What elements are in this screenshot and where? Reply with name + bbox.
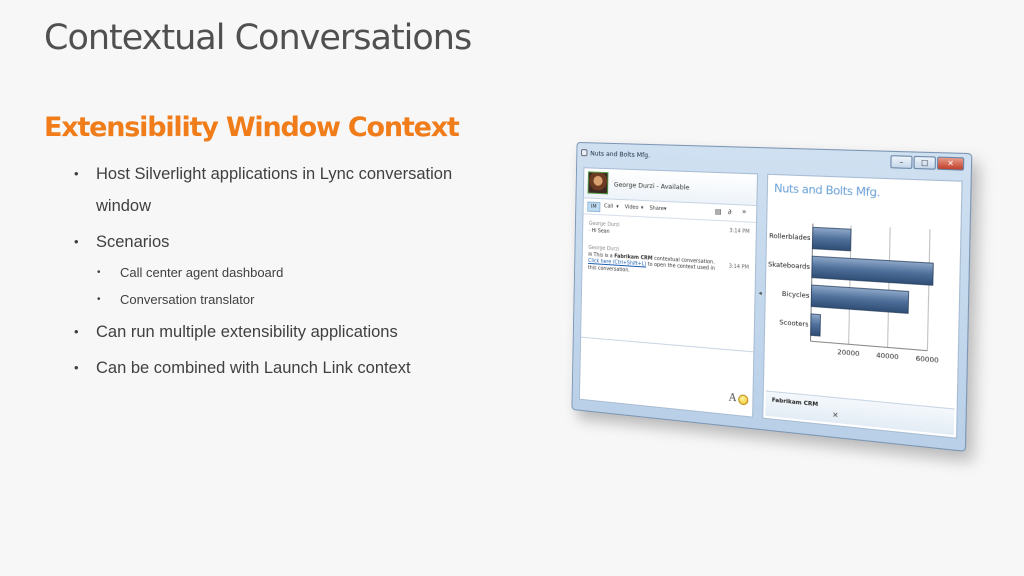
slide-title: Contextual Conversations [44,18,472,58]
bar-bicycles [811,285,908,313]
screenshot-image: Nuts and Bolts Mfg. – □ ✕ George Durzi -… [566,136,973,452]
video-dropdown-icon[interactable]: ▾ [641,205,644,211]
bullet-list: Host Silverlight applications in Lync co… [72,158,472,388]
message-text: Hi Sean [591,227,610,235]
maximize-button[interactable]: □ [913,155,937,170]
bullet-host-silverlight: Host Silverlight applications in Lync co… [72,158,472,222]
close-button[interactable]: ✕ [936,156,965,171]
font-button[interactable]: A [729,392,737,404]
bullet-call-center: Call center agent dashboard [72,262,472,284]
call-button[interactable]: Call [604,203,613,209]
conversation-pane: George Durzi - Available IM Call ▾ Video… [578,167,759,418]
message-time: 3:14 PM [728,263,750,271]
category-label: Rollerblades [769,231,811,242]
app-title: Nuts and Bolts Mfg. [773,181,881,200]
contact-status: George Durzi - Available [613,180,690,192]
bullet-translator: Conversation translator [72,289,472,311]
message-icon: ✉ [588,251,593,258]
extension-tab[interactable]: Fabrikam CRM ✕ [765,390,955,436]
video-button[interactable]: Video [625,204,639,211]
sales-bar-chart: Rollerblades Skateboards Bicycles Scooters 2… [768,211,939,365]
message-input[interactable]: A [579,336,754,417]
contacts-icon[interactable]: ▤ [715,207,722,216]
bar-scooters [811,314,821,336]
bullet-launch-link: Can be combined with Launch Link context [72,352,472,384]
avatar [587,171,609,195]
category-label: Bicycles [782,289,810,300]
message-2: George Durzi 3:14 PM ✉ This is a Fabrika… [588,245,749,282]
bullet-multiple-apps: Can run multiple extensibility applicati… [72,316,472,348]
tab-label: Fabrikam CRM [771,397,819,409]
bar-rollerblades [812,227,851,251]
collapse-arrow-icon[interactable]: ◂ [759,290,762,298]
message-1: George Durzi 3:14 PM · Hi Sean [588,220,750,236]
x-tick-label: 20000 [837,348,859,359]
x-axis-line [810,341,927,350]
share-dropdown-icon[interactable]: ▾ [664,206,667,212]
grid-line [927,229,930,350]
bullet-scenarios: Scenarios [72,226,472,258]
emoticon-icon[interactable] [738,394,749,406]
extensibility-pane: Nuts and Bolts Mfg. Rollerblades Skateboa… [762,173,963,439]
close-tab-icon[interactable]: ✕ [832,411,838,420]
x-tick-label: 40000 [876,351,899,362]
slide-subtitle: Extensibility Window Context [44,112,460,143]
minimize-button[interactable]: – [890,155,913,169]
conversation-window: Nuts and Bolts Mfg. – □ ✕ George Durzi -… [571,141,973,452]
bar-skateboards [812,256,934,285]
more-options-icon[interactable]: » [742,208,747,217]
share-button[interactable]: Share [649,205,664,212]
message-time: 3:14 PM [729,227,750,236]
call-dropdown-icon[interactable]: ▾ [616,204,619,210]
attachment-icon[interactable]: ∂ [728,208,732,217]
app-icon [580,149,588,157]
grid-line [888,227,891,347]
category-label: Scooters [779,318,809,329]
window-title: Nuts and Bolts Mfg. [590,149,651,160]
im-button[interactable]: IM [587,201,601,213]
x-tick-label: 60000 [916,354,939,365]
category-label: Skateboards [768,260,811,271]
